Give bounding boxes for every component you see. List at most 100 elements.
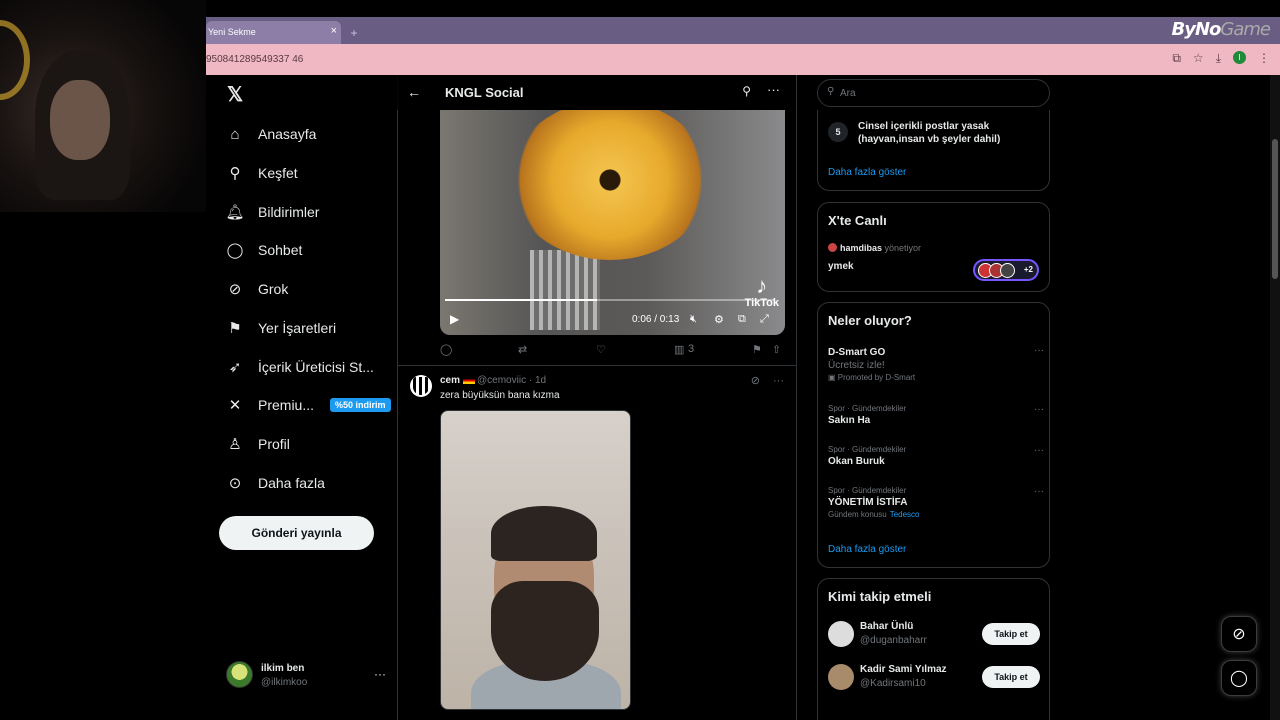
trend-more-icon[interactable]: ··· (1034, 345, 1044, 356)
url-text[interactable]: 950841289549337 46 (206, 54, 303, 65)
sidebar-item-profile[interactable]: ♙ Profil (226, 432, 290, 456)
follow-button[interactable]: Takip et (982, 666, 1040, 688)
promoted-icon: ▣ (828, 373, 836, 382)
divider-right (796, 75, 797, 720)
sidebar-item-label: Sohbet (258, 242, 303, 258)
grok-icon[interactable]: ⊘ (751, 375, 760, 387)
share-icon[interactable]: ⇧ (772, 343, 781, 356)
brand-logo: ByNoGame (1171, 19, 1271, 40)
tiktok-watermark: ♪ TikTok (744, 273, 779, 310)
scrollbar-thumb[interactable] (1272, 139, 1278, 279)
pip-icon[interactable]: ⧉ (738, 313, 746, 326)
who-to-follow-title: Kimi takip etmeli (828, 589, 932, 604)
video-player[interactable]: ♪ TikTok ▶ 0:06 / 0:13 🔇︎ ⚙ ⧉ ⤢ (440, 110, 785, 335)
sidebar-item-bell[interactable]: 🔔︎ Bildirimler (225, 200, 320, 224)
mute-icon[interactable]: 🔇︎ (690, 313, 697, 326)
download-icon[interactable]: ⤓ (1216, 51, 1221, 66)
views-icon[interactable]: ▥ (674, 343, 684, 356)
bell-icon: 🔔︎ (225, 204, 245, 221)
profile-dot-icon[interactable]: I (1233, 51, 1246, 64)
space-listeners[interactable]: +2 (973, 259, 1039, 281)
space-title[interactable]: ymek (828, 261, 854, 272)
trend-more-icon[interactable]: ··· (1034, 404, 1044, 415)
x-logo[interactable]: 𝕏 (226, 82, 244, 106)
trends-show-more-link[interactable]: Daha fazla göster (828, 544, 906, 555)
trend-item[interactable]: D-Smart GO Ücretsiz izle! ▣ Promoted by … (828, 345, 1044, 382)
follow-handle: @Kadirsami10 (860, 678, 926, 689)
sidebar-item-label: Yer İşaretleri (258, 320, 337, 336)
trend-item[interactable]: Spor · Gündemdekiler Okan Buruk ··· (828, 445, 1044, 467)
account-switcher[interactable]: ilkim ben @ilkimkoo ··· (226, 661, 386, 691)
install-icon[interactable]: ⧉ (1172, 51, 1181, 66)
settings-icon[interactable]: ⚙ (714, 313, 724, 326)
sidebar-item-chat[interactable]: ◯ Sohbet (226, 238, 303, 262)
menu-kebab-icon[interactable]: ⋮ (1258, 51, 1270, 66)
rules-show-more-link[interactable]: Daha fazla göster (828, 167, 906, 178)
search-icon[interactable]: ⚲ (742, 84, 751, 98)
bookmark-icon[interactable]: ⚑ (752, 343, 762, 356)
tweet-avatar[interactable] (410, 375, 432, 397)
message-icon: ◯ (1230, 670, 1248, 687)
lamp-shape (0, 20, 30, 100)
post-button[interactable]: Gönderi yayınla (219, 516, 374, 550)
browser-tab[interactable]: Yeni Sekme × (206, 21, 341, 44)
trend-more-icon[interactable]: ··· (1034, 486, 1044, 497)
sidebar-item-x[interactable]: ✕ Premiu... %50 indirim (226, 393, 391, 417)
trend-item[interactable]: Spor · Gündemdekiler YÖNETİM İSTİFA Günd… (828, 486, 1044, 519)
tweet-text: zera büyüksün bana kızma (440, 390, 560, 401)
tab-close-icon[interactable]: × (331, 25, 337, 37)
live-host[interactable]: hamdibas yönetiyor (828, 243, 921, 253)
tweet-more-icon[interactable]: ··· (773, 375, 784, 387)
x-logo-icon[interactable]: 𝕏 (226, 84, 244, 106)
grok-float-button[interactable]: ⊘ (1221, 616, 1257, 652)
sidebar-item-label: Profil (258, 436, 290, 452)
rocket-icon: ➶ (228, 359, 242, 376)
back-arrow-icon[interactable]: ← (407, 84, 421, 100)
more-icon[interactable]: ··· (767, 82, 780, 97)
trend-item[interactable]: Spor · Gündemdekiler Sakın Ha ··· (828, 404, 1044, 426)
live-title: X'te Canlı (828, 213, 887, 228)
page-scrollbar[interactable] (1270, 75, 1280, 720)
star-icon[interactable]: ☆ (1193, 51, 1204, 66)
sidebar-item-label: İçerik Üreticisi St... (258, 359, 374, 375)
reply-icon[interactable]: ◯ (440, 343, 452, 356)
repost-icon[interactable]: ⇄ (518, 343, 527, 356)
sidebar-item-more-circle[interactable]: ⊙ Daha fazla (226, 471, 325, 495)
play-icon[interactable]: ▶ (450, 312, 459, 326)
premium-discount-badge: %50 indirim (330, 398, 391, 412)
account-more-icon[interactable]: ··· (374, 667, 386, 681)
bookmark-icon: ⚑ (228, 320, 242, 337)
sidebar-item-home[interactable]: ⌂ Anasayfa (226, 122, 316, 146)
trend-topic: Okan Buruk (828, 456, 885, 467)
page-title: KNGL Social (445, 85, 524, 100)
follow-button[interactable]: Takip et (982, 623, 1040, 645)
tweet-author[interactable]: cem @cemoviic · 1d (440, 375, 546, 386)
new-tab-button[interactable]: + (346, 25, 362, 41)
search-icon: ⚲ (827, 86, 835, 97)
person-image (471, 506, 621, 709)
trend-more-icon[interactable]: ··· (1034, 445, 1044, 456)
tweet-video[interactable] (440, 410, 631, 710)
follow-suggestion[interactable]: Bahar Ünlü @duganbaharr Takip et (828, 619, 1040, 649)
avatar (226, 661, 253, 688)
sidebar-item-bookmark[interactable]: ⚑ Yer İşaretleri (226, 316, 336, 340)
sidebar-item-rocket[interactable]: ➶ İçerik Üreticisi St... (226, 355, 374, 379)
address-bar[interactable]: 950841289549337 46 ⧉ ☆ ⤓ I ⋮ (206, 44, 1280, 75)
fullscreen-icon[interactable]: ⤢ (760, 313, 769, 326)
sidebar-item-search[interactable]: ⚲ Keşfet (226, 161, 298, 185)
radiator-shape (530, 250, 600, 330)
like-icon[interactable]: ♡ (596, 343, 606, 356)
live-card: X'te Canlı hamdibas yönetiyor ymek +2 (817, 202, 1050, 292)
messages-float-button[interactable]: ◯ (1221, 660, 1257, 696)
video-progress-fill (445, 299, 597, 301)
search-input[interactable]: ⚲ Ara (817, 79, 1050, 107)
follow-handle: @duganbaharr (860, 635, 927, 646)
trend-sub-link[interactable]: Tedesco (890, 510, 920, 519)
more-circle-icon: ⊙ (228, 475, 242, 492)
avatar (828, 621, 854, 647)
follow-suggestion[interactable]: Kadir Sami Yılmaz @Kadirsami10 Takip et (828, 662, 1040, 692)
rule-text: Cinsel içerikli postlar yasak (hayvan,in… (858, 121, 1001, 145)
sidebar-item-grok[interactable]: ⊘ Grok (226, 277, 289, 301)
sidebar-item-label: Bildirimler (258, 204, 320, 220)
video-progress-bar[interactable] (445, 299, 775, 301)
